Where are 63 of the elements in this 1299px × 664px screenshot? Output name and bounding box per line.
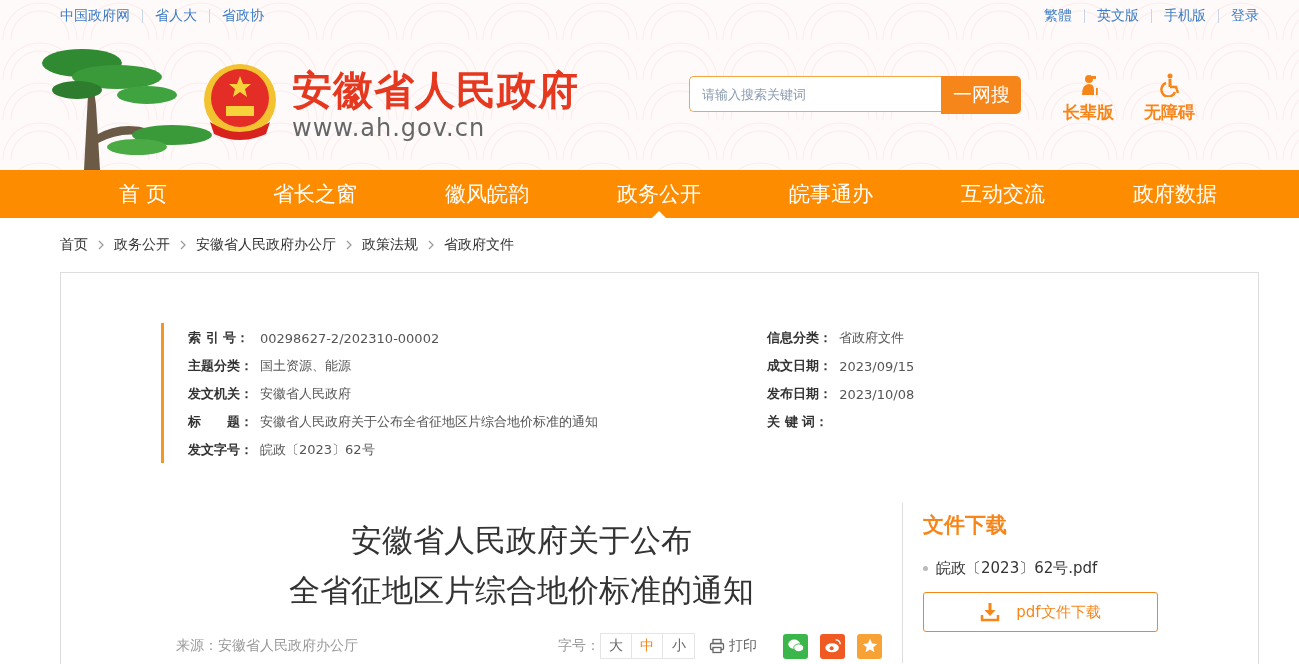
- nav-tab[interactable]: 互动交流: [917, 170, 1089, 218]
- downloads-heading: 文件下载: [923, 512, 1008, 539]
- print-button[interactable]: 打印: [709, 637, 757, 655]
- eye-icon: [823, 637, 842, 655]
- star-icon: [860, 637, 879, 655]
- source-text: 来源：安徽省人民政府办公厅: [176, 637, 358, 655]
- access-link[interactable]: 长辈版: [1063, 73, 1114, 124]
- breadcrumb-link[interactable]: 政策法规: [362, 236, 418, 254]
- field-label: 标 题：: [188, 413, 254, 431]
- top-link[interactable]: 繁體: [1044, 7, 1072, 25]
- field-label: 关 键 词：: [767, 413, 830, 431]
- search-field[interactable]: 请输入搜索关键词: [689, 76, 941, 112]
- field-value: 安徽省人民政府关于公布全省征地区片综合地价标准的通知: [260, 413, 598, 431]
- top-link[interactable]: 省政协: [222, 7, 264, 25]
- field-value: 国土资源、能源: [260, 357, 351, 375]
- top-link[interactable]: 中国政府网: [60, 7, 130, 25]
- field-label: 索 引 号：: [188, 329, 251, 347]
- article-title: 全省征地区片综合地价标准的通知: [289, 571, 754, 610]
- field-label: 主题分类：: [188, 357, 254, 375]
- download-button[interactable]: pdf文件下载: [923, 592, 1158, 632]
- chevron-icon: [98, 240, 104, 250]
- field-label: 发布日期：: [767, 385, 834, 403]
- nav-tab[interactable]: 省长之窗: [229, 170, 401, 218]
- share-button[interactable]: [820, 633, 845, 659]
- nav-tab[interactable]: 徽风皖韵: [401, 170, 573, 218]
- field-value: 皖政〔2023〕62号: [260, 441, 375, 459]
- chevron-icon: [428, 240, 434, 250]
- top-link[interactable]: 手机版: [1164, 7, 1206, 25]
- favorite-button[interactable]: [857, 633, 882, 659]
- breadcrumb-link[interactable]: 安徽省人民政府办公厅: [196, 236, 336, 254]
- nav-tab[interactable]: 政府数据: [1089, 170, 1261, 218]
- field-label: 信息分类：: [767, 329, 834, 347]
- printer-icon: [709, 638, 725, 654]
- download-icon: [980, 602, 1001, 622]
- breadcrumb-link[interactable]: 政务公开: [114, 236, 170, 254]
- breadcrumb-link[interactable]: 首页: [60, 236, 88, 254]
- access-link[interactable]: 无障碍: [1144, 73, 1195, 124]
- top-link[interactable]: 省人大: [155, 7, 197, 25]
- top-link[interactable]: 英文版: [1097, 7, 1139, 25]
- search-button[interactable]: 一网搜: [941, 76, 1021, 114]
- chevron-icon: [180, 240, 186, 250]
- chat-bubbles-icon: [786, 637, 805, 655]
- field-value: 省政府文件: [839, 329, 905, 347]
- field-value: 2023/09/15: [839, 358, 915, 374]
- field-label: 成文日期：: [767, 357, 834, 375]
- nav-tab[interactable]: 政务公开: [573, 170, 745, 218]
- chevron-icon: [346, 240, 352, 250]
- top-link[interactable]: 登录: [1231, 7, 1259, 25]
- field-label: 发文字号：: [188, 441, 254, 459]
- share-button[interactable]: [783, 633, 808, 659]
- field-value: 安徽省人民政府: [260, 385, 351, 403]
- site-title: 安徽省人民政府: [292, 66, 579, 114]
- nav-tab[interactable]: 首 页: [57, 170, 229, 218]
- field-label: 发文机关：: [188, 385, 254, 403]
- file-link[interactable]: 皖政〔2023〕62号.pdf: [936, 559, 1098, 578]
- site-url: www.ah.gov.cn: [292, 114, 487, 142]
- article-title: 安徽省人民政府关于公布: [351, 521, 692, 560]
- breadcrumb-link[interactable]: 省政府文件: [444, 236, 514, 254]
- field-value: 00298627-2/202310-00002: [260, 330, 440, 346]
- wheelchair-icon: [1157, 73, 1182, 97]
- font-size-label: 字号：: [558, 637, 600, 655]
- field-value: 2023/10/08: [839, 386, 915, 402]
- nav-tab[interactable]: 皖事通办: [745, 170, 917, 218]
